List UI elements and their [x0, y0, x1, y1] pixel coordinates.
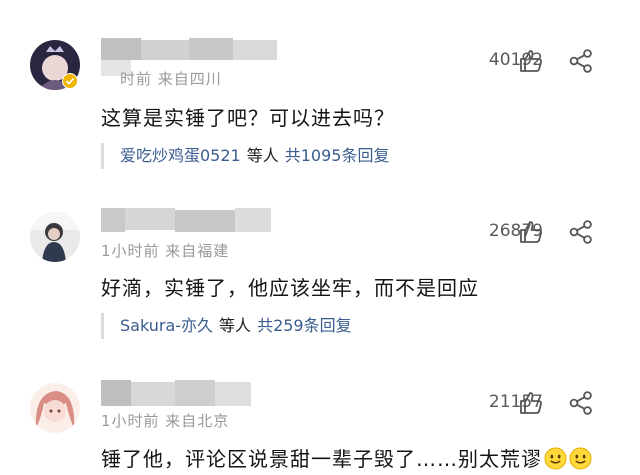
- username-obscured: [101, 380, 251, 410]
- comment-item: 1小时前 来自北京 21157 锤了他，评论区说景甜一辈子毁了……别太荒谬: [0, 0, 640, 475]
- share-icon[interactable]: [568, 390, 594, 416]
- smile-emoji-icon: [569, 447, 592, 470]
- smile-emoji-icon: [544, 447, 567, 470]
- comment-meta: 1小时前 来自北京: [101, 412, 230, 430]
- avatar[interactable]: [30, 383, 80, 433]
- comment-text-content: 锤了他，评论区说景甜一辈子毁了……别太荒谬: [101, 447, 542, 471]
- comment-text: 锤了他，评论区说景甜一辈子毁了……别太荒谬: [101, 443, 592, 472]
- thumbs-up-icon[interactable]: [518, 390, 544, 416]
